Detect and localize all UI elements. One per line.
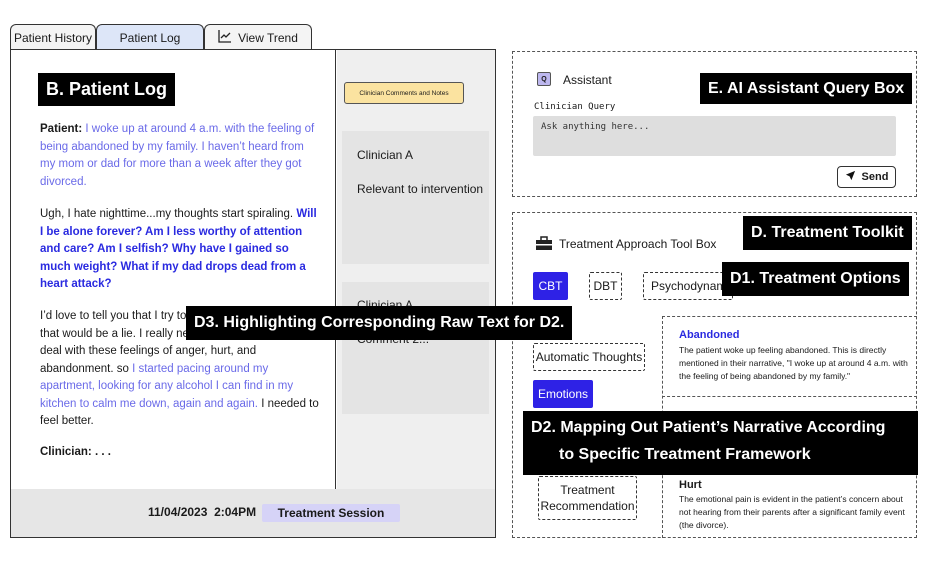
card-text: The emotional pain is evident in the pat… — [679, 494, 905, 530]
patient-utterance-2: Ugh, I hate nighttime...my thoughts star… — [40, 206, 322, 294]
emotion-card-abandoned[interactable]: Abandoned The patient woke up feeling ab… — [679, 329, 909, 383]
highlighted-text: Will I be alone forever? Am I less worth… — [40, 208, 317, 290]
category-automatic-thoughts[interactable]: Automatic Thoughts — [533, 343, 645, 371]
send-label: Send — [861, 171, 889, 183]
assistant-icon: Q — [537, 72, 551, 86]
option-psychodynamic[interactable]: Psychodynam — [643, 272, 733, 300]
option-dbt[interactable]: DBT — [589, 272, 622, 300]
patient-text: Ugh, I hate nighttime...my thoughts star… — [40, 208, 294, 220]
mapping-label-line2: to Specific Treatment Framework — [559, 446, 811, 463]
patient-utterance-3: deal with these feelings of anger, hurt,… — [40, 343, 320, 431]
patient-text: I woke up at around 4 a.m. with the feel… — [40, 123, 315, 188]
ai-assistant-label: E. AI Assistant Query Box — [700, 73, 913, 104]
session-date: 11/04/2023 — [148, 505, 208, 519]
tab-patient-history[interactable]: Patient History — [10, 24, 96, 50]
session-timestamp: 11/04/2023 2:04PM — [148, 505, 256, 519]
toolkit-label: D. Treatment Toolkit — [743, 216, 912, 250]
toolkit-title: Treatment Approach Tool Box — [559, 237, 717, 251]
tab-view-trend[interactable]: View Trend — [204, 24, 312, 50]
highlighting-label: D3. Highlighting Corresponding Raw Text … — [186, 306, 573, 340]
comment-author: Clinician A — [357, 148, 414, 162]
option-cbt[interactable]: CBT — [533, 272, 568, 300]
patient-utterance-3-line1: I’d love to tell you that I try to — [40, 310, 187, 322]
patient-log-label: B. Patient Log — [38, 73, 175, 106]
trend-chart-icon — [218, 29, 232, 46]
speaker-label: Patient: — [40, 123, 83, 135]
category-treatment-recommendation[interactable]: Treatment Recommendation — [538, 476, 637, 520]
send-icon — [845, 170, 856, 184]
query-input[interactable]: Ask anything here... — [533, 116, 896, 156]
mapping-label: D2. Mapping Out Patient’s Narrative Acco… — [523, 411, 918, 475]
tab-patient-log[interactable]: Patient Log — [96, 24, 204, 50]
card-title: Hurt — [679, 479, 702, 491]
query-label: Clinician Query — [534, 102, 616, 112]
session-type-badge: Treatment Session — [262, 504, 400, 522]
patient-utterance-1: Patient: I woke up at around 4 a.m. with… — [40, 121, 320, 191]
tab-label: Patient Log — [119, 30, 181, 45]
tab-label: View Trend — [238, 30, 298, 45]
emotion-card-hurt[interactable]: Hurt The emotional pain is evident in th… — [679, 479, 909, 532]
comment-card-1[interactable]: Clinician A Relevant to intervention — [342, 131, 489, 264]
clinician-utterance: Clinician: . . . — [40, 446, 111, 458]
mapping-label-line1: D2. Mapping Out Patient’s Narrative Acco… — [531, 419, 886, 436]
send-button[interactable]: Send — [837, 166, 896, 188]
session-time: 2:04PM — [214, 505, 257, 519]
card-text: The patient woke up feeling abandoned. T… — [679, 345, 908, 381]
options-label: D1. Treatment Options — [722, 262, 909, 296]
mapping-divider-mid — [662, 396, 917, 397]
toolbox-icon — [535, 236, 553, 256]
card-title: Abandoned — [679, 329, 740, 341]
patient-utterance-3-line2: that would be a lie. I really nee — [40, 328, 190, 340]
clinician-comments-button[interactable]: Clinician Comments and Notes — [344, 82, 464, 104]
mapping-divider-top — [662, 316, 917, 317]
assistant-icon-letter: Q — [541, 75, 547, 83]
assistant-title: Assistant — [563, 73, 612, 87]
comment-card-2[interactable]: Clinician A Comment 2... — [342, 282, 489, 414]
category-emotions[interactable]: Emotions — [533, 380, 593, 408]
tab-label: Patient History — [13, 30, 93, 45]
comment-note: Relevant to intervention — [357, 182, 484, 196]
